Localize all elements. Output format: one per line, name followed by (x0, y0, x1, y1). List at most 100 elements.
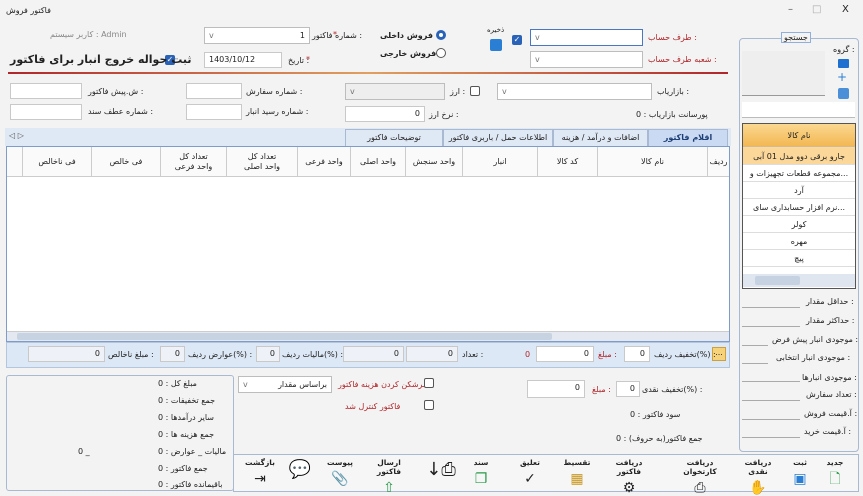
row-discount-label: تخفیف ردیف(%) : (654, 350, 716, 359)
list-item[interactable]: کولر (743, 216, 855, 233)
back-label: بازگشت (245, 458, 275, 467)
receipt-number-input[interactable] (186, 104, 242, 120)
minimize-button[interactable]: – (788, 4, 793, 15)
system-user: کاربر سیستم : Admin (50, 30, 127, 39)
attachment-button[interactable]: پیوست 📎 (326, 458, 354, 487)
search-input[interactable] (742, 102, 855, 118)
row-amount-value: 0 (525, 350, 531, 359)
col-total-sub[interactable]: تعداد کل واحد فرعی (160, 147, 226, 177)
card-receipt-button[interactable]: دریافت کارتخوان ⎙ (670, 458, 730, 496)
col-total-main[interactable]: تعداد کل واحد اصلی (226, 147, 297, 177)
save-checkbox[interactable]: ✓ (512, 35, 522, 45)
date-input[interactable]: 1403/10/12 (204, 52, 282, 68)
last-sale-price-label: آ.قیمت فروش : (804, 409, 858, 418)
tab-additions[interactable]: اضافات و درآمد / هزینه (553, 129, 648, 146)
cash-receipt-button[interactable]: دریافت نقدی ✋ (734, 458, 782, 496)
list-item[interactable]: مجموعه قطعات تجهیزات و... (743, 165, 855, 182)
col-sub-unit[interactable]: واحد فرعی (297, 147, 350, 177)
row-tax-label: مالیات ردیف(%) : (282, 350, 344, 359)
col-unit[interactable]: واحد سنجش (405, 147, 462, 177)
sale-foreign-radio[interactable] (436, 48, 446, 58)
tab-shipping[interactable]: اطلاعات حمل / باربری فاکتور (443, 129, 553, 146)
last-purchase-price-label: آ.قیمت خرید : (804, 427, 852, 436)
invoice-total: جمع فاکتور : 0 (158, 464, 208, 473)
save-icon[interactable] (490, 39, 502, 51)
list-item[interactable]: مهره (743, 233, 855, 250)
col-item-name[interactable]: نام کالا (597, 147, 707, 177)
list-item[interactable]: جارو برقی دوو مدل 01 آبی (743, 148, 855, 165)
all-stock-label: موجودی انبارها : (802, 373, 857, 382)
refresh-icon[interactable] (838, 88, 849, 99)
col-gross-price[interactable]: فی ناخالص (22, 147, 91, 177)
invoice-remaining: باقیمانده فاکتور : 0 (158, 480, 223, 489)
distribute-checkbox[interactable] (424, 378, 434, 388)
pre-invoice-input[interactable] (10, 83, 82, 99)
card-receipt-label: دریافت کارتخوان (683, 458, 717, 476)
account-branch-select[interactable]: v (530, 51, 643, 68)
last-sale-price-input (742, 404, 800, 420)
folder-icon[interactable] (838, 59, 849, 68)
add-icon[interactable]: + (837, 71, 847, 83)
reference-number-input[interactable] (10, 104, 82, 120)
chevron-down-icon: v (350, 87, 355, 96)
invoice-number-select[interactable]: v1 (204, 27, 310, 44)
list-horizontal-scrollbar[interactable] (743, 274, 855, 287)
account-select[interactable]: v (530, 29, 643, 46)
tab-scroll-arrows[interactable]: ◁ ▷ (9, 131, 24, 140)
marketer-select[interactable]: v (497, 83, 652, 100)
back-button[interactable]: بازگشت ⇥ (244, 458, 276, 487)
controlled-label: فاکتور کنترل شد (345, 402, 401, 411)
maximize-button[interactable]: □ (812, 4, 821, 15)
row-discount-input[interactable]: 0 (624, 346, 650, 362)
chevron-down-icon: v (535, 33, 540, 42)
marketer-commission: پورسانت بازاریاب : 0 (636, 110, 708, 119)
sale-domestic-radio[interactable] (436, 30, 446, 40)
selected-stock-input (742, 348, 768, 364)
marketer-label: بازاریاب : (657, 87, 690, 96)
grid-horizontal-scrollbar[interactable] (7, 331, 729, 341)
chat-button[interactable]: 💬 (286, 458, 314, 479)
total-costs: جمع هزینه ها : 0 (158, 430, 215, 439)
col-main-unit[interactable]: واحد اصلی (350, 147, 405, 177)
col-net-price[interactable]: فی خالص (91, 147, 160, 177)
send-invoice-button[interactable]: ارسال فاکتور ⇧ (366, 458, 412, 496)
title-bar (0, 0, 863, 22)
list-item[interactable]: پیچ (743, 250, 855, 267)
cash-amount-input[interactable]: 0 (527, 380, 585, 398)
new-button[interactable]: جدید 🗋 (820, 458, 850, 487)
col-row[interactable]: ردیف (707, 147, 729, 177)
order-count-input (742, 385, 800, 401)
save-button[interactable]: ثبت ▣ (788, 458, 812, 487)
list-item[interactable]: نرم افزار حسابداری سای... (743, 199, 855, 216)
cash-discount-input[interactable]: 0 (616, 381, 640, 397)
max-quantity-input (742, 311, 800, 327)
col-warehouse[interactable]: انبار (462, 147, 537, 177)
group-box[interactable] (742, 51, 825, 96)
abacus-icon: ▦ (570, 471, 584, 487)
suspend-label: تعلیق (520, 458, 540, 467)
receive-invoice-button[interactable]: دریافت فاکتور ⚙ (603, 458, 655, 496)
order-number-input[interactable] (186, 83, 242, 99)
count-label: تعداد : (462, 350, 484, 359)
tab-notes[interactable]: توضیحات فاکتور (345, 129, 443, 146)
min-quantity-input (742, 292, 800, 308)
installment-button[interactable]: تقسیط ▦ (562, 458, 592, 487)
list-item[interactable]: آرد (743, 182, 855, 199)
sale-domestic-label: فروش داخلی (380, 31, 433, 40)
controlled-checkbox[interactable] (424, 400, 434, 410)
list-header[interactable]: نام کالا (743, 124, 855, 148)
row-amount-input[interactable]: 0 (536, 346, 594, 362)
document-button[interactable]: سند ❐ (468, 458, 494, 487)
print-button[interactable]: ↓⎙ (420, 458, 462, 479)
suspend-button[interactable]: تعلیق ✓ (516, 458, 544, 487)
chevron-down-icon: v (502, 87, 507, 96)
close-button[interactable]: X (842, 4, 849, 15)
order-count-label: تعداد سفارش : (806, 390, 857, 399)
tab-invoice-items[interactable]: اقلام فاکتور (648, 129, 728, 146)
currency-checkbox[interactable] (470, 86, 480, 96)
col-item-code[interactable]: کد کالا (537, 147, 597, 177)
exchange-rate-input[interactable]: 0 (345, 106, 425, 122)
currency-label: ارز : (450, 87, 466, 96)
currency-select[interactable]: v (345, 83, 445, 100)
distribute-by-select[interactable]: v براساس مقدار (238, 376, 332, 393)
